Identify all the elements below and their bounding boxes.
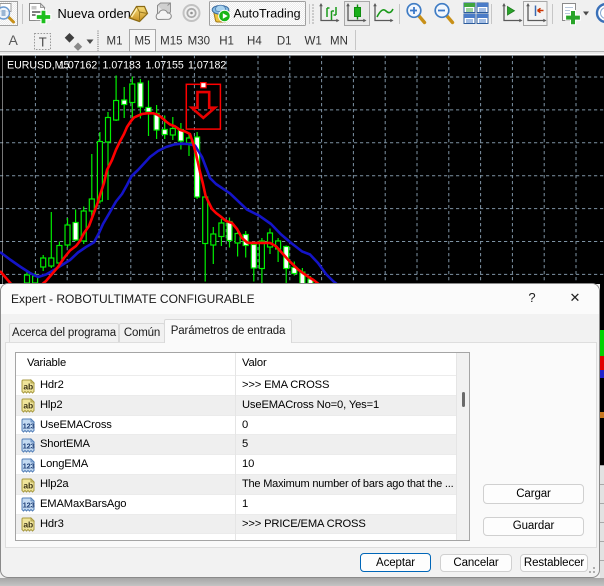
svg-text:M15: M15 (160, 36, 182, 48)
svg-text:M1: M1 (107, 36, 123, 48)
svg-text:MN: MN (330, 36, 348, 48)
svg-text:ab: ab (23, 401, 33, 411)
svg-text:1.07162: 1.07162 (59, 60, 97, 72)
svg-text:AutoTrading: AutoTrading (234, 7, 301, 21)
svg-text:123: 123 (23, 461, 35, 470)
svg-text:123: 123 (23, 501, 35, 510)
svg-text:M30: M30 (188, 36, 210, 48)
svg-text:Nueva orden: Nueva orden (58, 6, 131, 21)
svg-text:1.07183: 1.07183 (103, 60, 141, 72)
svg-text:ab: ab (23, 520, 33, 530)
svg-text:ab: ab (23, 381, 33, 391)
svg-text:1.07182: 1.07182 (188, 60, 226, 72)
svg-text:ab: ab (23, 480, 33, 490)
svg-text:M5: M5 (135, 36, 151, 48)
svg-text:1.07155: 1.07155 (146, 60, 184, 72)
svg-text:123: 123 (23, 422, 35, 431)
svg-text:H4: H4 (247, 36, 262, 48)
svg-text:H1: H1 (219, 36, 234, 48)
svg-text:W1: W1 (304, 36, 321, 48)
svg-text:D1: D1 (277, 36, 292, 48)
svg-text:A: A (9, 32, 19, 48)
svg-text:T: T (39, 35, 47, 50)
svg-text:123: 123 (23, 441, 35, 450)
